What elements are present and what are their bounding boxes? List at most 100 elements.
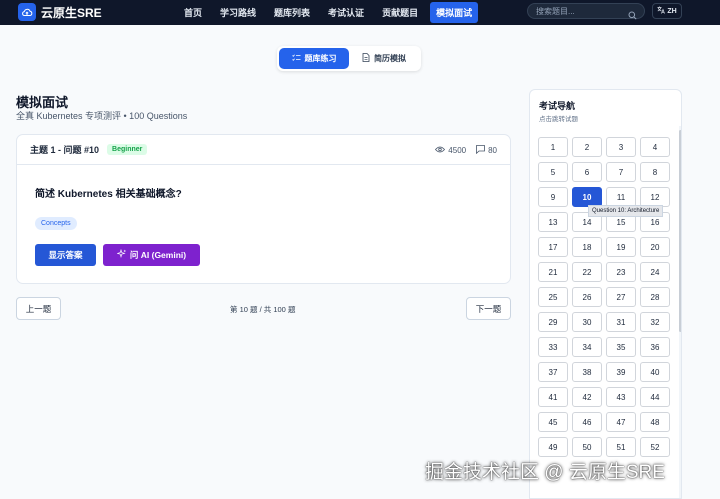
brand-logo[interactable]: 云原生SRE <box>18 3 102 21</box>
tab-question-practice[interactable]: 题库练习 <box>279 48 349 69</box>
tab-resume-mock-label: 简历模拟 <box>374 54 406 63</box>
question-number-button[interactable]: 35 <box>606 337 636 357</box>
question-number-button[interactable]: 50 <box>572 437 602 457</box>
mode-tabs: 题库练习 简历模拟 <box>277 46 421 71</box>
question-number-button[interactable]: 27 <box>606 287 636 307</box>
language-toggle[interactable]: ZH <box>652 3 682 19</box>
question-number-button[interactable]: 29 <box>538 312 568 332</box>
question-number-button[interactable]: 10 <box>572 187 602 207</box>
question-number-button[interactable]: 52 <box>640 437 670 457</box>
question-number-button[interactable]: 47 <box>606 412 636 432</box>
eye-icon <box>435 146 446 155</box>
question-number-button[interactable]: 42 <box>572 387 602 407</box>
page-subtitle: 全真 Kubernetes 专项测评 • 100 Questions <box>16 111 188 121</box>
question-card: 主题 1 - 问题 #10 Beginner 4500 80 简述 Kubern… <box>16 134 511 284</box>
question-number-button[interactable]: 40 <box>640 362 670 382</box>
question-number-button[interactable]: 46 <box>572 412 602 432</box>
question-number-button[interactable]: 45 <box>538 412 568 432</box>
question-number-button[interactable]: 9 <box>538 187 568 207</box>
exam-navigation-panel: 考试导航 点击跳转试题 1 2 3 4 5 6 7 8 9 10 11 12 13 14 15 16 17 18 1… <box>529 89 682 499</box>
question-number-button[interactable]: 33 <box>538 337 568 357</box>
question-number-button[interactable]: 36 <box>640 337 670 357</box>
prev-question-button[interactable]: 上一题 <box>16 297 61 320</box>
question-number-button[interactable]: 34 <box>572 337 602 357</box>
document-icon <box>362 53 370 64</box>
question-number-button[interactable]: 38 <box>572 362 602 382</box>
question-number-button[interactable]: 23 <box>606 262 636 282</box>
nav-item-mock-interview[interactable]: 模拟面试 <box>430 2 479 23</box>
question-number-button[interactable]: 37 <box>538 362 568 382</box>
ask-ai-button[interactable]: 问 AI (Gemini) <box>103 244 200 266</box>
nav-menu: 首页 学习路线 题库列表 考试认证 贡献题目 模拟面试 <box>178 0 479 25</box>
exam-nav-subtitle: 点击跳转试题 <box>539 116 578 123</box>
search-icon[interactable] <box>628 7 637 25</box>
question-text: 简述 Kubernetes 相关基础概念? <box>35 189 182 200</box>
nav-item-contribute[interactable]: 贡献题目 <box>376 2 424 23</box>
question-heading: 主题 1 - 问题 #10 <box>30 145 100 155</box>
question-stats: 4500 80 <box>435 145 497 156</box>
difficulty-badge: Beginner <box>107 144 148 155</box>
question-number-button[interactable]: 12 <box>640 187 670 207</box>
comments-stat: 80 <box>476 145 497 156</box>
question-number-button[interactable]: 13 <box>538 212 568 232</box>
top-navbar: 云原生SRE 首页 学习路线 题库列表 考试认证 贡献题目 模拟面试 ZH <box>0 0 720 25</box>
next-question-button[interactable]: 下一题 <box>466 297 511 320</box>
question-number-button[interactable]: 31 <box>606 312 636 332</box>
panel-scrollbar-thumb[interactable] <box>679 130 681 332</box>
question-number-button[interactable]: 28 <box>640 287 670 307</box>
question-number-button[interactable]: 19 <box>606 237 636 257</box>
question-number-button[interactable]: 1 <box>538 137 568 157</box>
question-number-button[interactable]: 48 <box>640 412 670 432</box>
question-number-button[interactable]: 44 <box>640 387 670 407</box>
site-watermark: 掘金技术社区 @ 云原生SRE <box>425 462 665 483</box>
question-number-button[interactable]: 32 <box>640 312 670 332</box>
question-number-button[interactable]: 30 <box>572 312 602 332</box>
translate-icon <box>657 6 666 16</box>
question-number-button[interactable]: 8 <box>640 162 670 182</box>
question-number-button[interactable]: 43 <box>606 387 636 407</box>
nav-item-certification[interactable]: 考试认证 <box>322 2 370 23</box>
question-number-button[interactable]: 41 <box>538 387 568 407</box>
comment-icon <box>476 145 485 156</box>
question-number-button[interactable]: 3 <box>606 137 636 157</box>
question-number-button[interactable]: 22 <box>572 262 602 282</box>
question-number-button[interactable]: 25 <box>538 287 568 307</box>
language-label: ZH <box>667 7 677 15</box>
question-number-button[interactable]: 5 <box>538 162 568 182</box>
question-number-button[interactable]: 18 <box>572 237 602 257</box>
cloud-upload-icon <box>18 3 36 21</box>
nav-item-home[interactable]: 首页 <box>178 2 208 23</box>
search-box[interactable] <box>527 3 645 20</box>
question-progress: 第 10 题 / 共 100 题 <box>230 305 296 314</box>
question-number-button[interactable]: 4 <box>640 137 670 157</box>
tab-resume-mock[interactable]: 简历模拟 <box>349 48 419 69</box>
views-stat: 4500 <box>435 146 466 155</box>
question-number-button[interactable]: 11 <box>606 187 636 207</box>
views-count: 4500 <box>448 146 467 155</box>
question-number-button[interactable]: 17 <box>538 237 568 257</box>
question-number-button[interactable]: 6 <box>572 162 602 182</box>
question-number-button[interactable]: 39 <box>606 362 636 382</box>
question-number-button[interactable]: 49 <box>538 437 568 457</box>
question-tooltip: Question 10: Architecture <box>588 205 664 217</box>
question-number-button[interactable]: 20 <box>640 237 670 257</box>
question-number-button[interactable]: 21 <box>538 262 568 282</box>
question-number-button[interactable]: 24 <box>640 262 670 282</box>
tab-question-practice-label: 题库练习 <box>304 54 337 63</box>
comments-count: 80 <box>488 146 497 155</box>
question-number-button[interactable]: 51 <box>606 437 636 457</box>
sparkles-icon <box>116 248 127 261</box>
search-input[interactable] <box>536 6 620 16</box>
ask-ai-label: 问 AI (Gemini) <box>129 250 187 260</box>
nav-item-roadmap[interactable]: 学习路线 <box>214 2 262 23</box>
topic-tag[interactable]: Concepts <box>35 217 77 230</box>
question-number-grid: 1 2 3 4 5 6 7 8 9 10 11 12 13 14 15 16 17 18 19 20 21 22 23 24 2… <box>538 137 670 457</box>
question-card-header: 主题 1 - 问题 #10 Beginner 4500 80 <box>17 135 510 165</box>
question-number-button[interactable]: 7 <box>606 162 636 182</box>
question-number-button[interactable]: 26 <box>572 287 602 307</box>
question-number-button[interactable]: 2 <box>572 137 602 157</box>
show-answer-button[interactable]: 显示答案 <box>35 244 96 266</box>
brand-name: 云原生SRE <box>41 5 102 20</box>
exam-nav-title: 考试导航 <box>539 101 576 111</box>
nav-item-question-bank[interactable]: 题库列表 <box>268 2 316 23</box>
